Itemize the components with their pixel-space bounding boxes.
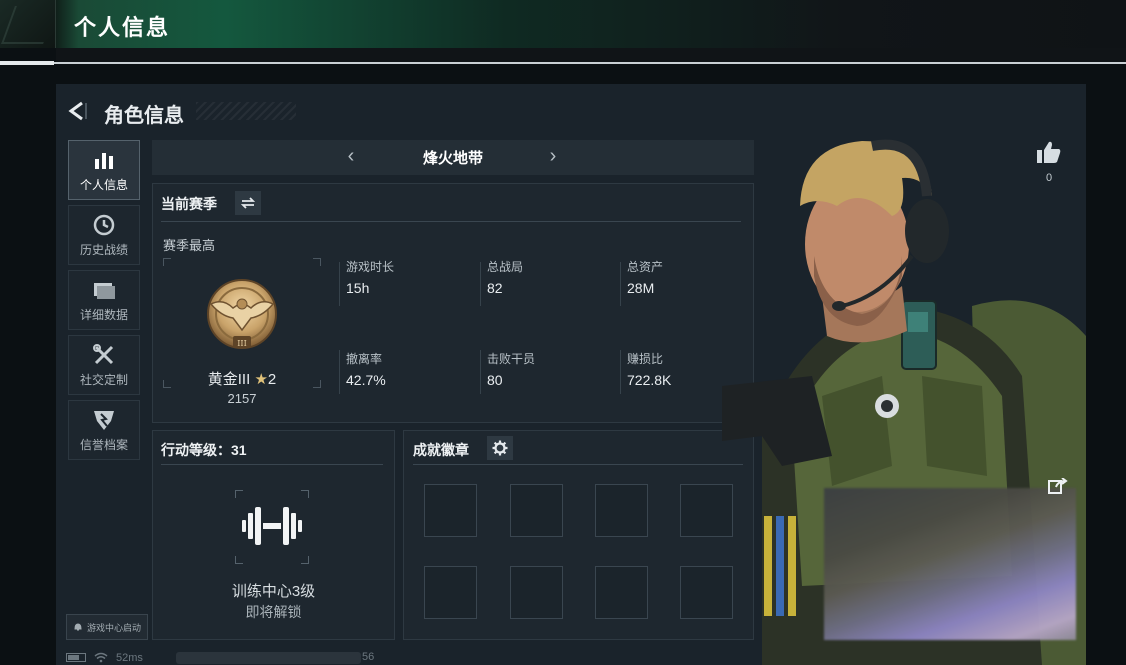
tools-icon xyxy=(93,344,114,365)
map-next-button[interactable]: › xyxy=(543,145,563,168)
thumbs-up-icon[interactable] xyxy=(1036,140,1062,164)
stat-value-playtime: 15h xyxy=(346,280,370,296)
folder-icon xyxy=(94,283,115,299)
stat-value-profit-ratio: 722.8K xyxy=(627,372,672,388)
training-center-status: 即将解锁 xyxy=(245,604,302,620)
stat-label-matches: 总战局 xyxy=(487,260,524,274)
stat-divider xyxy=(620,350,621,394)
sidebar-item-label: 个人信息 xyxy=(79,178,128,192)
swap-icon xyxy=(240,197,256,209)
achievement-slot[interactable] xyxy=(424,484,477,537)
stat-divider xyxy=(620,262,621,306)
achievement-slot[interactable] xyxy=(424,566,477,619)
gold-rank-badge-icon: III xyxy=(207,279,277,349)
stat-divider xyxy=(339,262,340,306)
stat-label-assets: 总资产 xyxy=(627,260,664,274)
map-prev-button[interactable]: ‹ xyxy=(341,145,361,168)
season-divider xyxy=(161,221,741,222)
rank-tier: 黄金III xyxy=(207,371,251,388)
sidebar-item-detailed-data[interactable]: 详细数据 xyxy=(68,270,140,330)
bar-chart-icon xyxy=(95,153,113,169)
gear-icon xyxy=(492,440,508,456)
status-redacted xyxy=(176,652,361,664)
sidebar-item-history[interactable]: 历史战绩 xyxy=(68,205,140,265)
battery-icon xyxy=(66,653,86,662)
stat-value-matches: 82 xyxy=(487,280,503,296)
achievement-slot[interactable] xyxy=(595,566,648,619)
history-clock-icon xyxy=(93,214,115,236)
season-switch-button[interactable] xyxy=(235,191,261,215)
achievement-settings-button[interactable] xyxy=(487,436,513,460)
reputation-badge-icon xyxy=(94,411,114,430)
sidebar-item-social[interactable]: 社交定制 xyxy=(68,335,140,395)
top-header: 个人信息 xyxy=(0,0,1126,48)
header-decoration xyxy=(0,0,56,48)
redacted-overlay xyxy=(824,488,1076,640)
title-decoration xyxy=(196,102,296,120)
launch-label: 游戏中心启动 xyxy=(87,622,142,633)
dumbbell-icon xyxy=(242,507,302,545)
bell-icon xyxy=(74,623,82,631)
stat-value-kills: 80 xyxy=(487,372,503,388)
achievement-title: 成就徽章 xyxy=(413,442,469,458)
stat-value-extraction-rate: 42.7% xyxy=(346,372,386,388)
badge-numeral: III xyxy=(237,339,246,348)
stat-value-assets: 28M xyxy=(627,280,655,296)
season-subtitle: 赛季最高 xyxy=(163,238,216,253)
rank-score: 2157 xyxy=(227,391,257,406)
like-count: 0 xyxy=(1045,172,1053,184)
rank-name: 黄金III ★2 xyxy=(163,368,321,389)
season-title: 当前赛季 xyxy=(161,196,217,212)
stat-divider xyxy=(480,350,481,394)
action-level-title: 行动等级：31 xyxy=(161,442,247,458)
ping-value: 52ms xyxy=(116,651,143,664)
sidebar-item-label: 详细数据 xyxy=(79,308,128,322)
stat-label-profit-ratio: 赚损比 xyxy=(627,352,664,366)
share-icon[interactable] xyxy=(1048,478,1068,494)
header-subbar xyxy=(56,48,1126,62)
achievement-divider xyxy=(413,464,743,465)
rank-stars: 2 xyxy=(267,371,277,388)
status-trailing: 56 xyxy=(362,651,375,663)
stat-divider xyxy=(480,262,481,306)
training-center-name: 训练中心3级 xyxy=(231,583,316,600)
back-button[interactable] xyxy=(66,96,88,126)
sidebar-item-label: 历史战绩 xyxy=(79,243,128,257)
stat-divider xyxy=(339,350,340,394)
header-divider xyxy=(0,61,1126,65)
achievement-slot[interactable] xyxy=(510,484,563,537)
achievement-slot[interactable] xyxy=(510,566,563,619)
achievement-slot[interactable] xyxy=(595,484,648,537)
wifi-icon xyxy=(94,652,108,663)
game-center-launch-button[interactable]: 游戏中心启动 xyxy=(66,614,148,640)
star-icon: ★ xyxy=(254,371,268,388)
sidebar-item-reputation[interactable]: 信誉档案 xyxy=(68,400,140,460)
map-name: 烽火地带 xyxy=(422,150,483,167)
map-selector: 烽火地带 xyxy=(152,140,754,175)
status-bar: 52ms xyxy=(66,650,143,665)
sidebar-item-personal-info[interactable]: 个人信息 xyxy=(68,140,140,200)
back-arrow-icon xyxy=(68,101,87,121)
stat-label-playtime: 游戏时长 xyxy=(346,260,395,274)
page-title: 角色信息 xyxy=(104,105,184,127)
header-title: 个人信息 xyxy=(74,15,171,40)
stat-label-kills: 击败干员 xyxy=(487,352,536,366)
stat-label-extraction-rate: 撤离率 xyxy=(346,352,383,366)
sidebar-item-label: 信誉档案 xyxy=(79,438,128,452)
action-level-divider xyxy=(161,464,383,465)
sidebar-item-label: 社交定制 xyxy=(79,373,128,387)
